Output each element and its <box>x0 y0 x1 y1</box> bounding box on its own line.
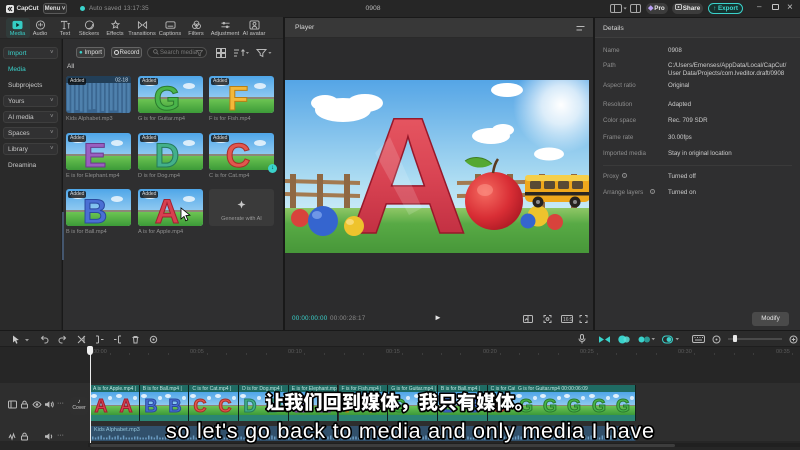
svg-text:G: G <box>154 80 180 113</box>
svg-text:C: C <box>226 137 251 170</box>
svg-text:B: B <box>169 396 182 415</box>
svg-text:C: C <box>194 396 207 415</box>
svg-text:F: F <box>228 80 249 113</box>
svg-text:A: A <box>348 84 468 253</box>
svg-text:02-18: 02-18 <box>115 78 128 84</box>
svg-text:D: D <box>244 396 257 415</box>
svg-text:so let's go back to media and: so let's go back to media and only media… <box>166 419 654 443</box>
svg-text:D: D <box>155 137 180 170</box>
svg-text:A: A <box>155 193 180 226</box>
svg-text:B: B <box>83 193 108 226</box>
svg-text:G: G <box>592 396 606 415</box>
svg-text:A: A <box>119 396 132 415</box>
svg-text:G: G <box>616 396 630 415</box>
svg-text:A: A <box>95 396 108 415</box>
svg-text:G: G <box>543 396 557 415</box>
svg-text:E: E <box>84 137 107 170</box>
svg-text:C: C <box>219 396 232 415</box>
svg-text:G: G <box>567 396 581 415</box>
svg-text:B: B <box>144 396 157 415</box>
svg-text:16:9: 16:9 <box>563 317 573 323</box>
